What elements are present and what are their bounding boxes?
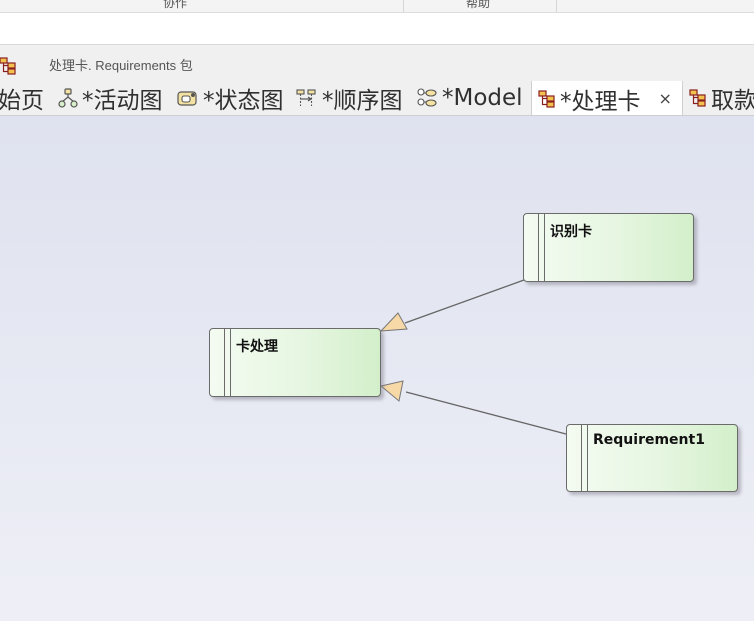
tab-label: *Model [442,85,523,111]
close-tab-icon[interactable]: × [659,89,672,108]
tab-label: 取款 [711,88,754,114]
requirements-diagram-icon [538,89,556,109]
activity-diagram-icon [58,88,78,108]
sequence-diagram-icon [296,88,318,108]
tab-label: *活动图 [82,88,163,114]
model-diagram-icon [416,88,438,108]
requirement-node-label: 卡处理 [236,339,278,355]
ribbon-group-help[interactable]: 帮助 [466,0,490,11]
toolbar-blank-area [0,13,754,45]
breadcrumb: 处理卡. Requirements 包 [0,45,754,81]
requirement-stereotype-bar [538,214,545,281]
tab-label: 始页 [0,88,44,114]
requirements-diagram-icon [0,57,16,79]
requirement-node-label: Requirement1 [593,432,705,448]
generalization-connector[interactable] [379,380,567,435]
ribbon-divider [403,0,404,12]
tab-card-handling[interactable]: *处理卡 × [531,81,683,115]
tab-sequence-diagram[interactable]: *顺序图 [296,81,403,115]
tab-model-diagram[interactable]: *Model [416,81,523,115]
tab-withdraw[interactable]: 取款 [689,81,754,115]
ribbon-strip: 协作 帮助 [0,0,754,13]
tab-activity-diagram[interactable]: *活动图 [58,81,163,115]
generalization-arrowhead [379,380,404,402]
tab-label: *处理卡 [560,88,641,115]
requirement-stereotype-bar [581,425,588,491]
requirement-stereotype-bar [224,329,231,396]
ribbon-divider [556,0,557,12]
ribbon-group-collaborate[interactable]: 协作 [163,0,187,11]
tab-start-page[interactable]: 始页 [0,81,44,115]
breadcrumb-text: 处理卡. Requirements 包 [49,58,193,73]
requirements-diagram-icon [689,88,707,108]
tab-label: *状态图 [203,88,284,114]
diagram-canvas[interactable]: 卡处理 识别卡 Requirement1 [0,116,754,621]
requirement-node-card-handling[interactable]: 卡处理 [209,328,381,397]
tab-label: *顺序图 [322,88,403,114]
generalization-connector[interactable] [379,279,525,332]
requirement-node-requirement1[interactable]: Requirement1 [566,424,738,492]
requirement-node-identify-card[interactable]: 识别卡 [523,213,694,282]
state-diagram-icon [177,88,199,108]
requirement-node-label: 识别卡 [550,224,592,240]
generalization-arrowhead [379,312,408,332]
diagram-tab-bar: 始页 *活动图 *状态图 *顺序图 *Model *处理卡 × 取款 [0,81,754,116]
tab-state-diagram[interactable]: *状态图 [177,81,284,115]
